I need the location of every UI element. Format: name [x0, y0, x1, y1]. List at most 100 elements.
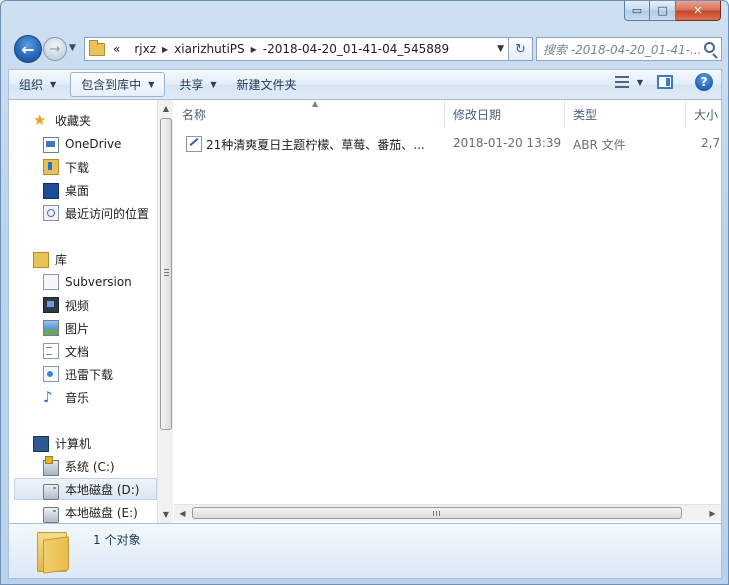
scrollbar-thumb[interactable] [192, 507, 682, 519]
refresh-icon: ↻ [515, 41, 526, 57]
video-icon [43, 297, 59, 313]
search-input[interactable]: 搜索 -2018-04-20_01-41-... [543, 41, 703, 58]
folder-icon [89, 39, 105, 56]
nav-item-drive-e[interactable]: 本地磁盘 (E:) [43, 501, 173, 523]
help-icon[interactable]: ? [695, 73, 713, 91]
grip-icon [433, 511, 440, 516]
nav-item-xunlei[interactable]: 迅雷下载 [43, 363, 173, 385]
forward-arrow-icon: → [49, 41, 61, 57]
nav-item-pictures[interactable]: 图片 [43, 317, 173, 339]
folder-icon [37, 530, 71, 574]
star-icon: ★ [33, 111, 47, 129]
search-box[interactable]: 搜索 -2018-04-20_01-41-... [536, 37, 722, 61]
horizontal-scrollbar[interactable]: ◀ ▶ [174, 504, 721, 521]
chevron-down-icon: ▼ [210, 80, 217, 89]
pictures-icon [43, 320, 59, 336]
abr-file-icon [186, 136, 202, 152]
xunlei-download-icon [43, 366, 59, 382]
sort-ascending-icon: ▲ [312, 100, 319, 108]
scroll-down-arrow-icon[interactable]: ▼ [158, 506, 173, 523]
downloads-icon [43, 159, 59, 175]
details-pane: 1 个对象 [8, 523, 722, 579]
refresh-button[interactable]: ↻ [509, 37, 533, 61]
item-count: 1 个对象 [93, 533, 141, 547]
breadcrumb-item-rjxz[interactable]: rjxz [134, 42, 156, 56]
nav-item-music[interactable]: ♪ 音乐 [43, 386, 173, 408]
hard-drive-icon [43, 506, 59, 523]
address-bar[interactable]: « rjxz ▶ xiarizhutiPS ▶ -2018-04-20_01-4… [84, 37, 509, 61]
share-label: 共享 [179, 78, 204, 92]
nav-item-computer[interactable]: 计算机 [33, 432, 173, 454]
nav-item-subversion[interactable]: Subversion [43, 271, 173, 293]
recent-places-icon [43, 205, 59, 221]
table-row[interactable]: 21种清爽夏日主题柠檬、草莓、番茄、... 2018-01-20 13:39 A… [186, 133, 721, 155]
column-header-name[interactable]: ▲ 名称 [174, 100, 445, 128]
explorer-window: ▭ □ ✕ ← → ▼ « rjxz ▶ xiarizhutiPS ▶ -201… [0, 0, 729, 585]
music-icon: ♪ [43, 388, 53, 406]
breadcrumb-item-xiarizhutips[interactable]: xiarizhutiPS [174, 42, 244, 56]
back-arrow-icon: ← [21, 39, 35, 59]
main-area: ★ 收藏夹 OneDrive 下载 桌面 最近访问的位置 库 Subversion… [8, 100, 722, 523]
file-size: 2,7 [701, 136, 721, 150]
nav-item-videos[interactable]: 视频 [43, 294, 173, 316]
nav-item-documents[interactable]: 文档 [43, 340, 173, 362]
chevron-down-icon[interactable]: ▼ [637, 78, 643, 87]
file-name: 21种清爽夏日主题柠檬、草莓、番茄、... [206, 137, 425, 152]
include-in-library-button[interactable]: 包含到库中 ▼ [70, 72, 166, 97]
nav-item-drive-c[interactable]: 系统 (C:) [43, 455, 173, 477]
caption-buttons: ▭ □ ✕ [624, 1, 721, 22]
column-header-modified[interactable]: 修改日期 [445, 100, 565, 128]
address-dropdown-icon[interactable]: ▼ [497, 44, 504, 54]
nav-item-drive-d[interactable]: 本地磁盘 (D:) [14, 478, 157, 500]
breadcrumb-item-current[interactable]: -2018-04-20_01-41-04_545889 [263, 42, 449, 56]
maximize-button[interactable]: □ [650, 1, 676, 21]
scrollbar-thumb[interactable] [160, 118, 172, 430]
scroll-left-arrow-icon[interactable]: ◀ [174, 505, 191, 522]
nav-item-favorites[interactable]: ★ 收藏夹 [33, 109, 173, 131]
scroll-right-arrow-icon[interactable]: ▶ [704, 505, 721, 522]
desktop-icon [43, 183, 59, 199]
nav-item-libraries[interactable]: 库 [33, 248, 173, 270]
computer-icon [33, 436, 49, 452]
onedrive-icon [43, 137, 59, 153]
navigation-scrollbar[interactable]: ▲ ▼ [157, 100, 173, 523]
navigation-pane: ★ 收藏夹 OneDrive 下载 桌面 最近访问的位置 库 Subversion… [9, 100, 173, 523]
minimize-button[interactable]: ▭ [624, 1, 650, 21]
documents-icon [43, 343, 59, 359]
search-icon[interactable] [704, 42, 715, 53]
share-button[interactable]: 共享 ▼ [169, 72, 226, 97]
nav-item-onedrive[interactable]: OneDrive [43, 133, 173, 155]
new-folder-button[interactable]: 新建文件夹 [227, 72, 307, 97]
grip-icon [164, 269, 169, 276]
view-controls: ▼ ? [614, 73, 713, 91]
chevron-right-icon[interactable]: ▶ [162, 45, 168, 54]
breadcrumb: « rjxz ▶ xiarizhutiPS ▶ -2018-04-20_01-4… [113, 42, 449, 56]
address-row: ← → ▼ « rjxz ▶ xiarizhutiPS ▶ -2018-04-2… [14, 35, 722, 63]
forward-button[interactable]: → [43, 37, 67, 61]
column-header-type[interactable]: 类型 [565, 100, 686, 128]
close-icon: ✕ [693, 4, 703, 17]
history-dropdown-button[interactable]: ▼ [69, 43, 81, 55]
libraries-icon [33, 252, 49, 268]
minimize-icon: ▭ [631, 4, 643, 17]
view-options-icon[interactable] [614, 76, 629, 88]
close-button[interactable]: ✕ [676, 1, 721, 21]
organize-button[interactable]: 组织 ▼ [9, 72, 66, 97]
chevron-down-icon: ▼ [50, 80, 57, 89]
column-header-size[interactable]: 大小 [686, 100, 721, 128]
preview-pane-icon[interactable] [657, 75, 673, 89]
chevron-down-icon: ▼ [69, 43, 76, 53]
system-drive-icon [43, 455, 59, 476]
file-list: ▲ 名称 修改日期 类型 大小 21种清爽夏日主题柠檬、草莓、番茄、... 20… [174, 100, 721, 523]
back-button[interactable]: ← [14, 35, 42, 63]
nav-item-recent[interactable]: 最近访问的位置 [43, 202, 173, 224]
nav-item-desktop[interactable]: 桌面 [43, 179, 173, 201]
new-folder-label: 新建文件夹 [236, 78, 297, 92]
nav-item-downloads[interactable]: 下载 [43, 156, 173, 178]
command-bar: 组织 ▼ 包含到库中 ▼ 共享 ▼ 新建文件夹 ▼ ? [8, 69, 722, 100]
chevron-right-icon[interactable]: ▶ [251, 45, 257, 54]
scroll-up-arrow-icon[interactable]: ▲ [158, 100, 173, 117]
breadcrumb-overflow[interactable]: « [113, 42, 120, 56]
file-modified: 2018-01-20 13:39 [453, 136, 562, 150]
maximize-icon: □ [657, 4, 668, 17]
